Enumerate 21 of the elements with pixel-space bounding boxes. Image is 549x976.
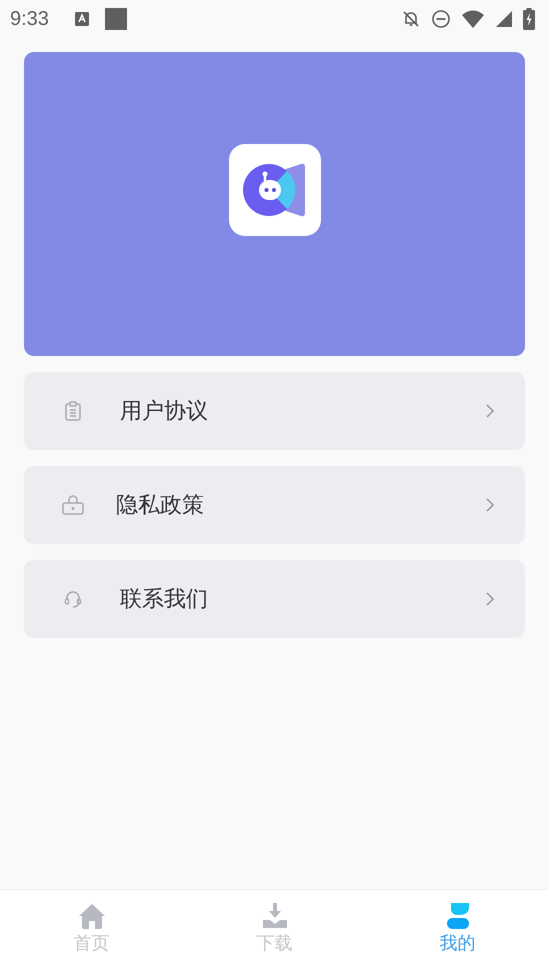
- keyboard-icon: [74, 12, 89, 26]
- menu-item[interactable]: 用户协议: [24, 372, 525, 450]
- square-icon: [104, 8, 127, 30]
- home-icon: [78, 903, 106, 929]
- bell-off-icon: [401, 9, 421, 29]
- menu-item[interactable]: 联系我们: [24, 560, 525, 638]
- wifi-icon: [461, 9, 485, 29]
- chevron-right-icon: [485, 403, 495, 419]
- battery-icon: [523, 8, 535, 30]
- status-time: 9:33: [10, 8, 49, 30]
- do-not-disturb-icon: [431, 9, 451, 29]
- lock-icon: [62, 495, 84, 515]
- download-icon: [260, 903, 288, 929]
- clipboard-icon: [64, 401, 82, 421]
- app-logo-icon: [228, 144, 320, 236]
- chevron-right-icon: [485, 497, 495, 513]
- chevron-right-icon: [485, 591, 495, 607]
- menu-item[interactable]: 隐私政策: [24, 466, 525, 544]
- signal-icon: [495, 10, 513, 28]
- headset-icon: [63, 589, 83, 609]
- user-icon: [446, 903, 470, 929]
